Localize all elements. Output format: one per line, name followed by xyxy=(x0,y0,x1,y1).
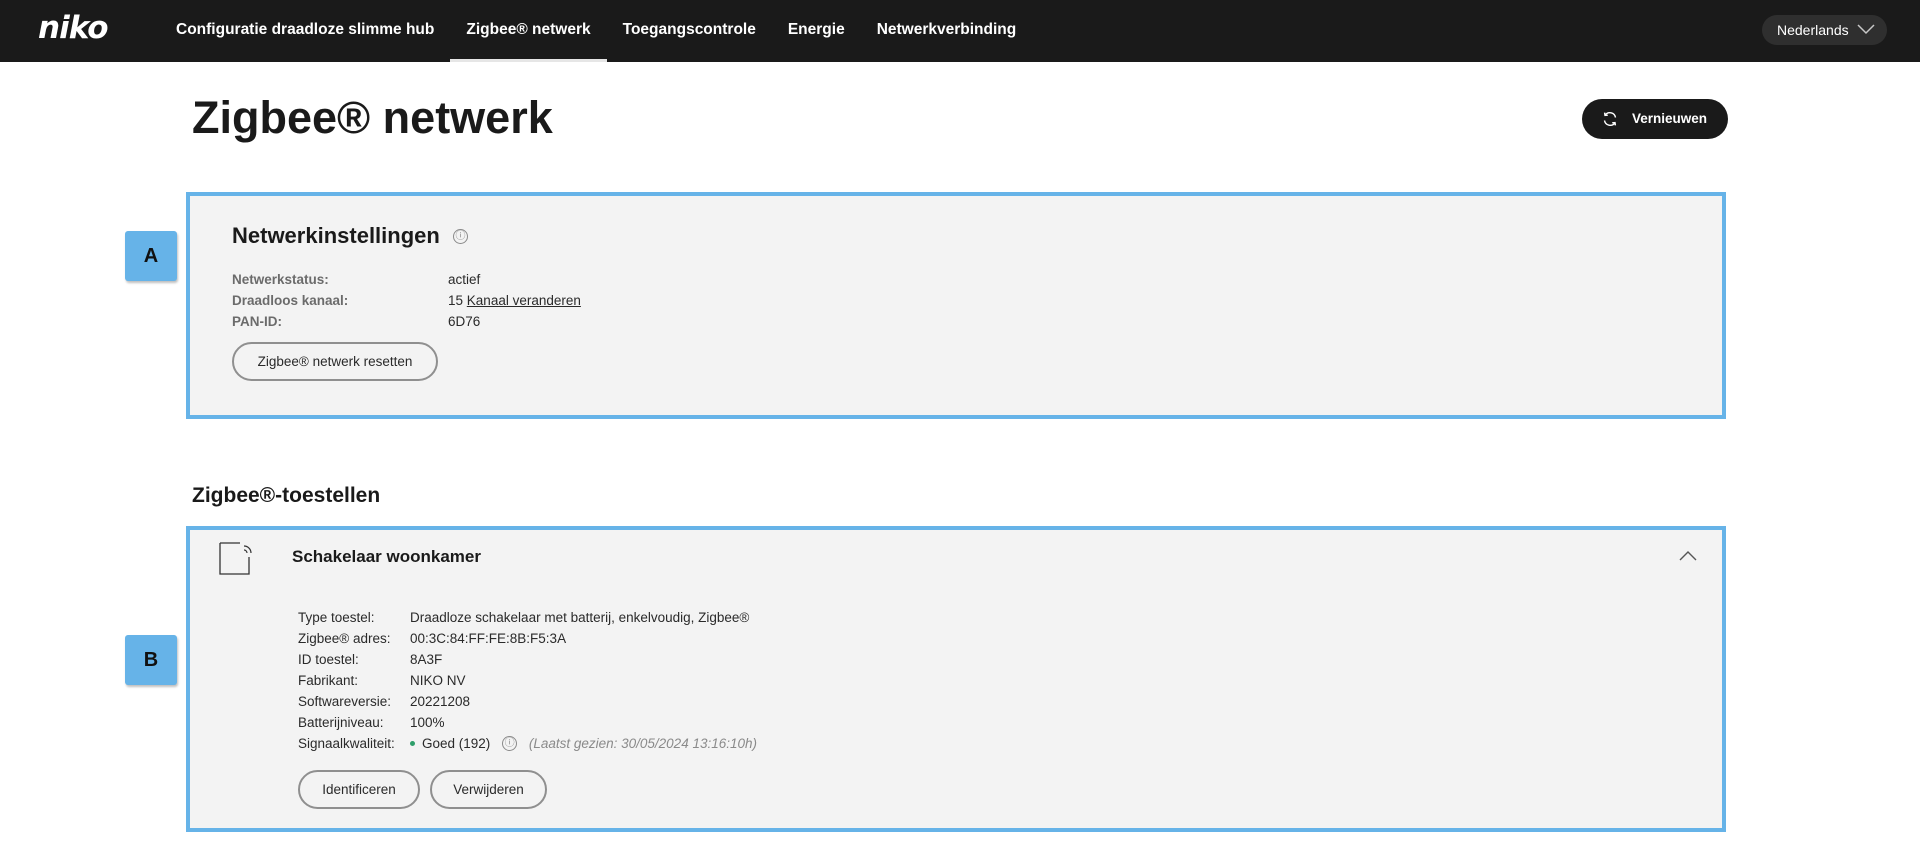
refresh-button-label: Vernieuwen xyxy=(1632,111,1708,126)
zigbee-address-label: Zigbee® adres: xyxy=(298,631,391,646)
network-status-label: Netwerkstatus: xyxy=(232,272,329,287)
nav-item-zigbee-network[interactable]: Zigbee® netwerk xyxy=(450,0,607,62)
software-version-label: Softwareversie: xyxy=(298,694,392,709)
wireless-channel-row: Draadloos kanaal: 15 Kanaal veranderen xyxy=(232,293,832,311)
signal-quality-value: Goed (192) ⓘ (Laatst gezien: 30/05/2024 … xyxy=(410,736,757,753)
change-channel-link[interactable]: Kanaal veranderen xyxy=(467,293,581,308)
identify-button[interactable]: Identificeren xyxy=(298,770,420,809)
pan-id-label: PAN-ID: xyxy=(232,314,282,329)
manufacturer-row: Fabrikant: NIKO NV xyxy=(298,673,998,691)
signal-quality-text: Goed (192) xyxy=(422,736,491,751)
nav-item-access-control[interactable]: Toegangscontrole xyxy=(607,0,772,62)
info-icon[interactable]: ⓘ xyxy=(502,736,518,751)
pan-id-value: 6D76 xyxy=(448,314,481,329)
refresh-icon xyxy=(1603,111,1617,127)
software-version-row: Softwareversie: 20221208 xyxy=(298,694,998,712)
device-type-label: Type toestel: xyxy=(298,610,375,625)
software-version-value: 20221208 xyxy=(410,694,471,709)
manufacturer-value: NIKO NV xyxy=(410,673,466,688)
battery-level-row: Batterijniveau: 100% xyxy=(298,715,998,733)
network-status-value: actief xyxy=(448,272,481,287)
remove-button[interactable]: Verwijderen xyxy=(430,770,547,809)
manufacturer-label: Fabrikant: xyxy=(298,673,359,688)
zigbee-address-row: Zigbee® adres: 00:3C:84:FF:FE:8B:F5:3A xyxy=(298,631,998,649)
annotation-marker-b: B xyxy=(125,635,177,685)
nav-item-energy[interactable]: Energie xyxy=(772,0,861,62)
niko-logo[interactable]: niko xyxy=(38,10,109,46)
nav-item-hub-configuration[interactable]: Configuratie draadloze slimme hub xyxy=(160,0,450,62)
network-status-row: Netwerkstatus: actief xyxy=(232,272,832,290)
info-icon[interactable]: ⓘ xyxy=(453,229,468,244)
device-type-row: Type toestel: Draadloze schakelaar met b… xyxy=(298,610,998,628)
wireless-switch-icon xyxy=(219,542,252,575)
nav-item-network-connection[interactable]: Netwerkverbinding xyxy=(861,0,1033,62)
chevron-down-icon xyxy=(1857,24,1875,35)
last-seen-text: (Laatst gezien: 30/05/2024 13:16:10h) xyxy=(528,736,758,751)
device-id-label: ID toestel: xyxy=(298,652,359,667)
language-select-value: Nederlands xyxy=(1777,22,1849,38)
language-select[interactable]: Nederlands xyxy=(1762,15,1887,45)
zigbee-address-value: 00:3C:84:FF:FE:8B:F5:3A xyxy=(410,631,567,646)
reset-network-button[interactable]: Zigbee® netwerk resetten xyxy=(232,342,438,381)
signal-quality-row: Signaalkwaliteit: Goed (192) ⓘ (Laatst g… xyxy=(298,736,1098,754)
chevron-up-icon[interactable] xyxy=(1678,550,1698,562)
device-id-row: ID toestel: 8A3F xyxy=(298,652,998,670)
wireless-channel-number: 15 xyxy=(448,293,464,308)
battery-level-label: Batterijniveau: xyxy=(298,715,384,730)
device-name[interactable]: Schakelaar woonkamer xyxy=(292,547,481,567)
devices-heading: Zigbee®-toestellen xyxy=(192,484,381,507)
network-settings-panel: Netwerkinstellingen ⓘ Netwerkstatus: act… xyxy=(186,192,1726,419)
device-id-value: 8A3F xyxy=(410,652,443,667)
signal-quality-label: Signaalkwaliteit: xyxy=(298,736,395,751)
device-card: Schakelaar woonkamer Type toestel: Draad… xyxy=(186,526,1726,832)
battery-level-value: 100% xyxy=(410,715,445,730)
pan-id-row: PAN-ID: 6D76 xyxy=(232,314,832,332)
page-title: Zigbee® netwerk xyxy=(192,92,553,143)
top-navigation-bar: niko Configuratie draadloze slimme hub Z… xyxy=(0,0,1920,62)
network-settings-title: Netwerkinstellingen xyxy=(232,223,440,248)
device-type-value: Draadloze schakelaar met batterij, enkel… xyxy=(410,610,750,625)
wireless-channel-label: Draadloos kanaal: xyxy=(232,293,349,308)
signal-status-dot xyxy=(410,740,415,746)
annotation-marker-a: A xyxy=(125,231,177,281)
main-nav: Configuratie draadloze slimme hub Zigbee… xyxy=(160,0,1032,62)
wireless-channel-value: 15 Kanaal veranderen xyxy=(448,293,581,308)
refresh-button[interactable]: Vernieuwen xyxy=(1582,99,1728,139)
